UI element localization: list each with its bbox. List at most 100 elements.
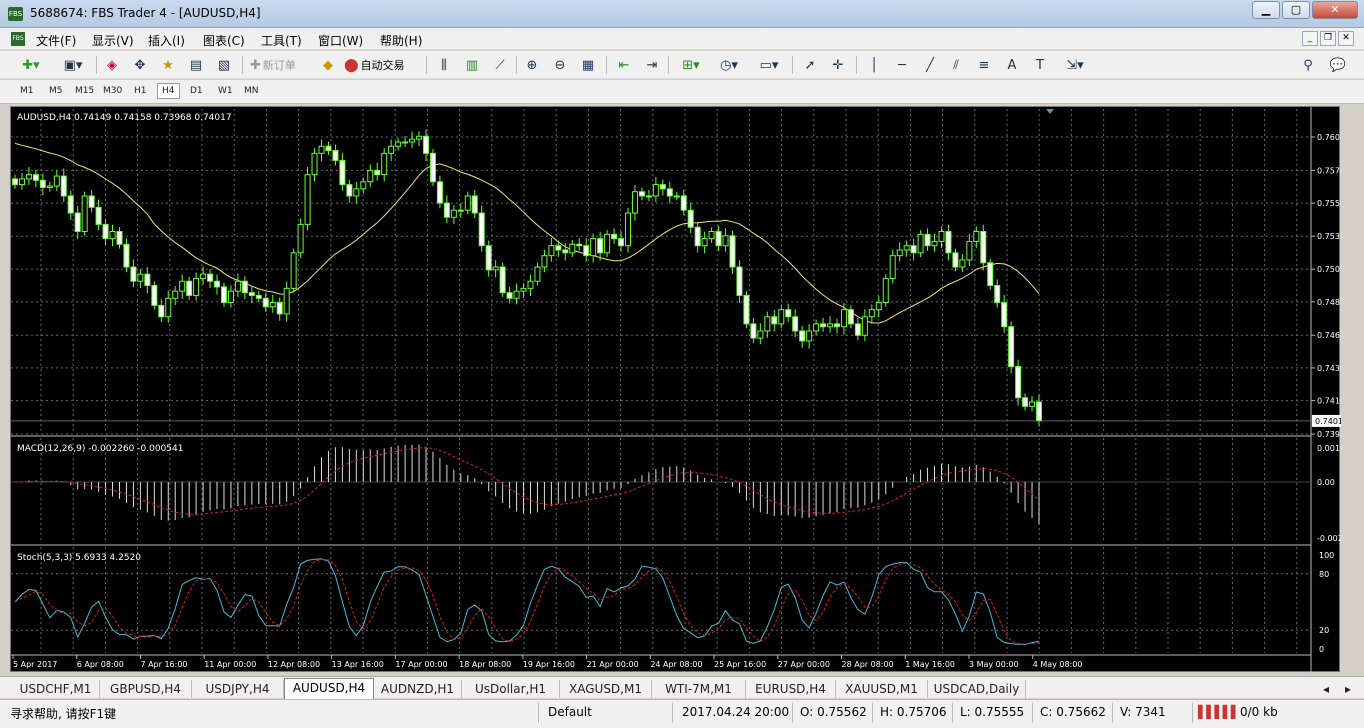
menu-chart[interactable]: 图表(C) bbox=[203, 32, 245, 49]
symbol-tab[interactable]: GBPUSD,H4 bbox=[100, 680, 192, 698]
tf-h1[interactable]: H1 bbox=[134, 86, 147, 96]
symbol-tab[interactable]: USDJPY,H4 bbox=[192, 680, 284, 698]
candle-chart-icon[interactable]: ▥ bbox=[462, 55, 482, 75]
search-icon[interactable]: ⚲ bbox=[1298, 55, 1318, 75]
new-chart-icon[interactable]: ✚▾ bbox=[16, 55, 46, 75]
menu-window[interactable]: 窗口(W) bbox=[318, 32, 363, 49]
tf-m5[interactable]: M5 bbox=[49, 86, 63, 96]
menu-view[interactable]: 显示(V) bbox=[92, 32, 134, 49]
candle bbox=[945, 231, 952, 254]
trendline-icon[interactable]: ╱ bbox=[920, 55, 940, 75]
tf-m1[interactable]: M1 bbox=[20, 86, 34, 96]
price-label: 0.75780 bbox=[1317, 166, 1341, 175]
candle bbox=[576, 243, 583, 247]
symbol-tab[interactable]: AUDUSD,H4 bbox=[284, 678, 374, 699]
data-window-icon[interactable]: ✥ bbox=[130, 55, 150, 75]
tf-d1[interactable]: D1 bbox=[190, 86, 203, 96]
indicators-icon[interactable]: ⊞▾ bbox=[676, 55, 706, 75]
candle bbox=[736, 266, 743, 296]
tf-mn[interactable]: MN bbox=[244, 86, 259, 96]
chart-shift-marker bbox=[1046, 109, 1054, 114]
candle bbox=[638, 191, 645, 197]
profiles-icon[interactable]: ▣▾ bbox=[56, 55, 90, 75]
time-label: 18 Apr 08:00 bbox=[459, 660, 511, 669]
tf-m30[interactable]: M30 bbox=[103, 86, 122, 96]
macd-label: -0.002952 bbox=[1317, 534, 1341, 543]
candle bbox=[18, 178, 25, 186]
auto-trading-button[interactable]: ⬤ 自动交易 bbox=[344, 55, 424, 75]
periods-icon[interactable]: ◷▾ bbox=[712, 55, 746, 75]
candle bbox=[227, 290, 234, 304]
metaeditor-icon[interactable]: ◆ bbox=[318, 55, 338, 75]
candle bbox=[534, 266, 541, 282]
candle bbox=[604, 233, 611, 254]
menu-tools[interactable]: 工具(T) bbox=[261, 32, 302, 49]
tf-h4[interactable]: H4 bbox=[157, 83, 180, 99]
line-chart-icon[interactable]: ⟋ bbox=[490, 55, 510, 75]
candle bbox=[416, 135, 423, 140]
mdi-minimize-icon[interactable]: _ bbox=[1302, 31, 1318, 46]
terminal-icon[interactable]: ▤ bbox=[186, 55, 206, 75]
symbol-tab[interactable]: WTI-7M,M1 bbox=[652, 680, 746, 698]
symbol-tab[interactable]: USDCAD,Daily bbox=[928, 680, 1026, 698]
tile-windows-icon[interactable]: ▦ bbox=[578, 55, 598, 75]
candle bbox=[875, 302, 882, 311]
fibonacci-icon[interactable]: ≡ bbox=[974, 55, 994, 75]
market-watch-icon[interactable]: ◈ bbox=[102, 55, 122, 75]
chat-icon[interactable]: 💬 bbox=[1326, 55, 1350, 75]
autoscroll-icon[interactable]: ⇥ bbox=[642, 55, 662, 75]
candle bbox=[151, 285, 158, 306]
templates-icon[interactable]: ▭▾ bbox=[752, 55, 786, 75]
zoom-out-icon[interactable]: ⊖ bbox=[550, 55, 570, 75]
tester-icon[interactable]: ▧ bbox=[214, 55, 234, 75]
horizontal-line-icon[interactable]: ─ bbox=[892, 55, 912, 75]
status-help: 寻求帮助, 请按F1键 bbox=[10, 707, 117, 721]
candle bbox=[95, 206, 102, 225]
symbol-tab[interactable]: XAGUSD,M1 bbox=[560, 680, 652, 698]
candle bbox=[220, 286, 227, 304]
arrows-icon[interactable]: ⇲▾ bbox=[1058, 55, 1092, 75]
zoom-in-icon[interactable]: ⊕ bbox=[522, 55, 542, 75]
time-label: 5 Apr 2017 bbox=[13, 660, 57, 669]
time-label: 7 Apr 16:00 bbox=[140, 660, 187, 669]
minimize-button[interactable]: ▁ bbox=[1252, 1, 1280, 19]
menu-insert[interactable]: 插入(I) bbox=[148, 32, 185, 49]
document-icon[interactable]: FBS bbox=[11, 32, 25, 46]
tabs-scroll-right-icon[interactable]: ▸ bbox=[1340, 680, 1356, 698]
vertical-line-icon[interactable]: │ bbox=[864, 55, 884, 75]
crosshair-icon[interactable]: ✛ bbox=[828, 55, 848, 75]
candle bbox=[12, 178, 18, 186]
chart-window[interactable]: 0.76015 0.75780 0.75550 0.75317 0.75085 0.748… bbox=[10, 106, 1358, 673]
candle bbox=[743, 294, 750, 325]
tf-m15[interactable]: M15 bbox=[75, 86, 94, 96]
candle bbox=[53, 175, 60, 187]
chart-shift-icon[interactable]: ⇤ bbox=[614, 55, 634, 75]
cursor-icon[interactable]: ➚ bbox=[800, 55, 820, 75]
chart-canvas[interactable]: 0.76015 0.75780 0.75550 0.75317 0.75085 0.748… bbox=[11, 107, 1358, 673]
maximize-button[interactable]: ▢ bbox=[1282, 1, 1310, 19]
price-label: 0.75550 bbox=[1317, 199, 1341, 208]
text-label-icon[interactable]: T bbox=[1030, 55, 1050, 75]
symbol-tab[interactable]: USDCHF,M1 bbox=[12, 680, 100, 698]
menu-help[interactable]: 帮助(H) bbox=[380, 32, 422, 49]
price-label: 0.75317 bbox=[1317, 232, 1341, 241]
tf-w1[interactable]: W1 bbox=[218, 86, 233, 96]
menu-file[interactable]: 文件(F) bbox=[36, 32, 76, 49]
candle bbox=[207, 273, 214, 282]
symbol-tab[interactable]: AUDNZD,H1 bbox=[374, 680, 462, 698]
text-icon[interactable]: A bbox=[1002, 55, 1022, 75]
close-button[interactable]: ✕ bbox=[1312, 1, 1358, 19]
symbol-tab[interactable]: UsDollar,H1 bbox=[462, 680, 560, 698]
mdi-close-icon[interactable]: ✕ bbox=[1338, 31, 1354, 46]
candle bbox=[179, 280, 186, 292]
equidistant-channel-icon[interactable]: ⫽ bbox=[946, 55, 966, 75]
tabs-scroll-left-icon[interactable]: ◂ bbox=[1318, 680, 1334, 698]
stoch-label: 20 bbox=[1319, 626, 1329, 635]
navigator-icon[interactable]: ★ bbox=[158, 55, 178, 75]
bar-chart-icon[interactable]: ⫼ bbox=[434, 55, 454, 75]
symbol-tab[interactable]: EURUSD,H4 bbox=[746, 680, 836, 698]
symbol-tab[interactable]: XAUUSD,M1 bbox=[836, 680, 928, 698]
mdi-restore-icon[interactable]: ❐ bbox=[1320, 31, 1336, 46]
candle bbox=[67, 195, 74, 214]
candle bbox=[694, 226, 701, 247]
